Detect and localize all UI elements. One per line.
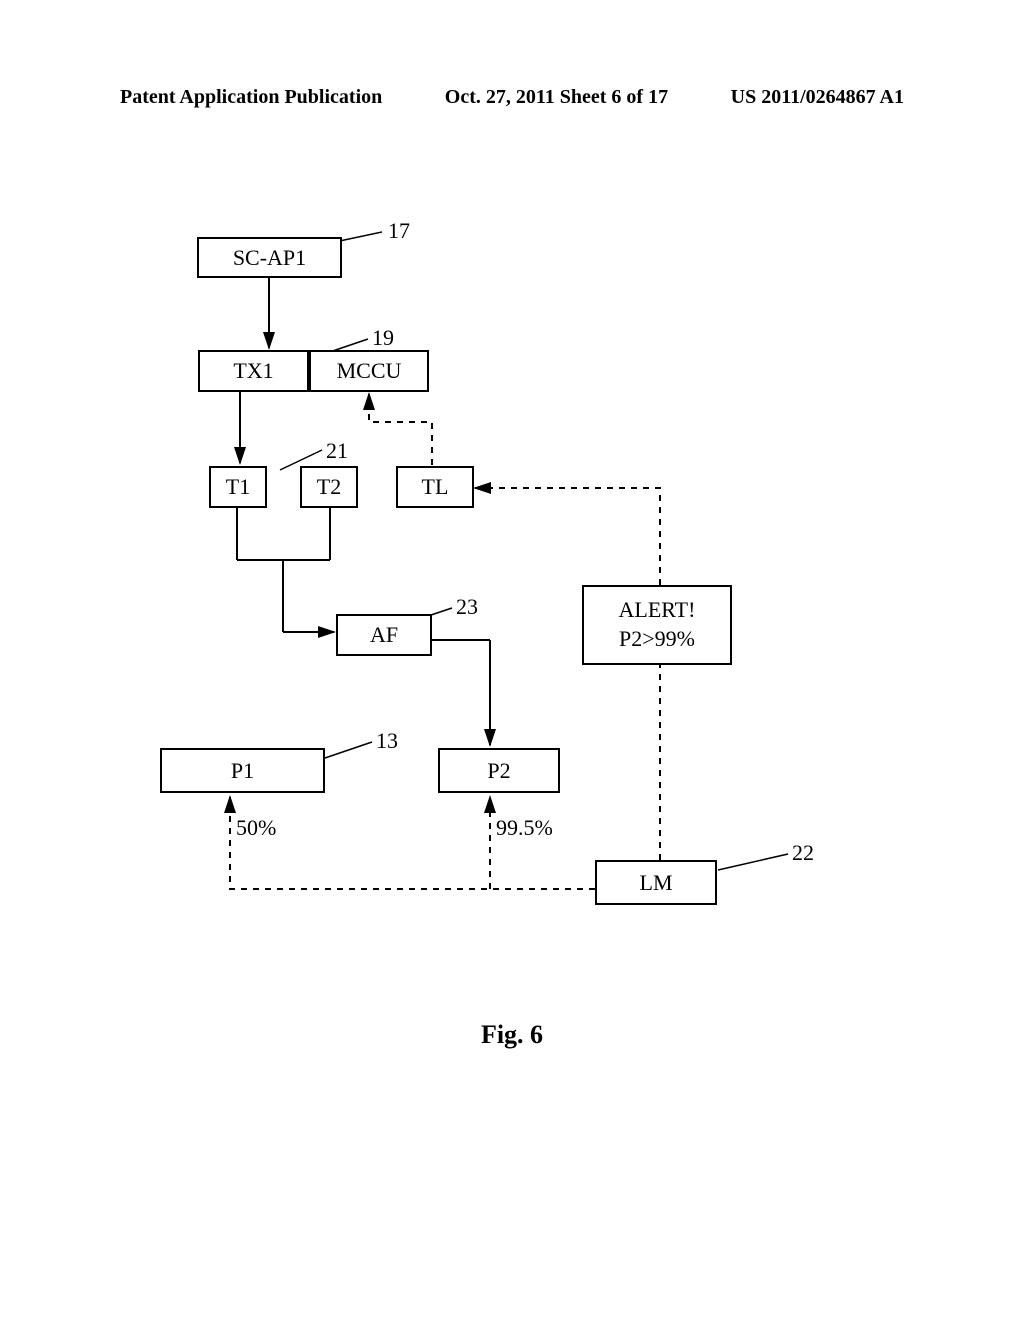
box-t2: T2	[300, 466, 358, 508]
box-lm: LM	[595, 860, 717, 905]
box-mccu: MCCU	[309, 350, 429, 392]
pct-p2: 99.5%	[496, 815, 553, 841]
box-p2: P2	[438, 748, 560, 793]
box-t1: T1	[209, 466, 267, 508]
refnum-23: 23	[456, 594, 478, 620]
refnum-13: 13	[376, 728, 398, 754]
refnum-21: 21	[326, 438, 348, 464]
box-tx1: TX1	[198, 350, 309, 392]
pct-p1: 50%	[236, 815, 276, 841]
refnum-19: 19	[372, 325, 394, 351]
refnum-22: 22	[792, 840, 814, 866]
box-sc-ap1: SC-AP1	[197, 237, 342, 278]
box-alert: ALERT! P2>99%	[582, 585, 732, 665]
alert-line1: ALERT!	[619, 596, 696, 625]
box-af: AF	[336, 614, 432, 656]
refnum-17: 17	[388, 218, 410, 244]
alert-line2: P2>99%	[619, 625, 695, 654]
figure-label: Fig. 6	[0, 1020, 1024, 1050]
diagram-lines	[0, 0, 1024, 1320]
box-p1: P1	[160, 748, 325, 793]
box-tl: TL	[396, 466, 474, 508]
